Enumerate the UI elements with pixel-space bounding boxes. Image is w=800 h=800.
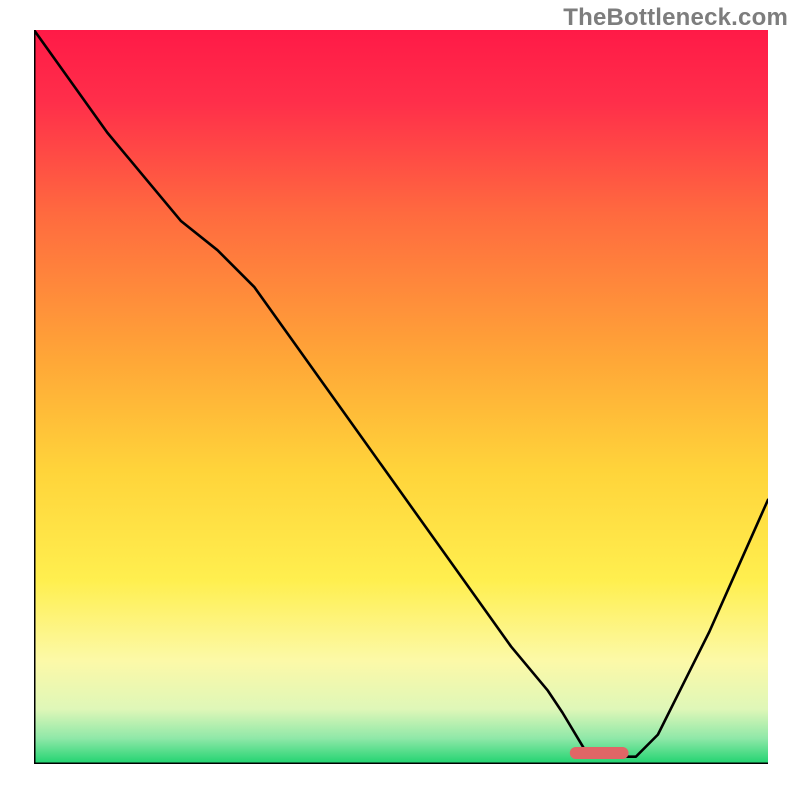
chart-svg	[34, 30, 768, 764]
watermark-text: TheBottleneck.com	[563, 4, 788, 32]
chart-container: TheBottleneck.com	[0, 0, 800, 800]
plot-area	[34, 30, 768, 764]
gradient-background	[34, 30, 768, 764]
optimal-marker	[570, 747, 629, 759]
